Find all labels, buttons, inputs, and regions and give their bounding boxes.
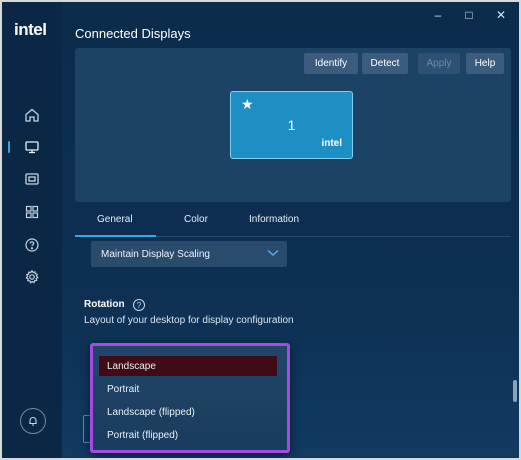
video-icon bbox=[25, 173, 39, 185]
monitor-brand: intel bbox=[321, 138, 342, 149]
minimize-button[interactable]: – bbox=[428, 8, 448, 22]
home-icon bbox=[25, 108, 39, 122]
info-icon[interactable]: ? bbox=[133, 299, 145, 311]
sidebar-item-display[interactable] bbox=[2, 133, 62, 161]
rotation-option-landscape-flipped[interactable]: Landscape (flipped) bbox=[99, 402, 277, 422]
tab-general[interactable]: General bbox=[97, 214, 133, 225]
rotation-label: Rotation bbox=[84, 299, 125, 310]
apply-button[interactable]: Apply bbox=[418, 53, 460, 74]
app-window: intel – □ ✕ Connected Displays Identify … bbox=[0, 0, 521, 460]
sidebar-item-apps[interactable] bbox=[2, 198, 62, 226]
sidebar-item-home[interactable] bbox=[2, 101, 62, 129]
tab-information[interactable]: Information bbox=[249, 214, 299, 225]
tab-bar: General Color Information bbox=[75, 207, 511, 237]
sidebar-item-help[interactable] bbox=[2, 231, 62, 259]
rotation-dropdown-list: Landscape Portrait Landscape (flipped) P… bbox=[90, 343, 290, 453]
maximize-button[interactable]: □ bbox=[459, 8, 479, 22]
tab-color[interactable]: Color bbox=[184, 214, 208, 225]
identify-button[interactable]: Identify bbox=[304, 53, 358, 74]
scaling-dropdown[interactable]: Maintain Display Scaling bbox=[91, 241, 287, 267]
display-icon bbox=[25, 141, 39, 154]
close-button[interactable]: ✕ bbox=[491, 8, 511, 22]
tab-divider bbox=[156, 236, 511, 237]
help-button[interactable]: Help bbox=[466, 53, 504, 74]
rotation-option-landscape[interactable]: Landscape bbox=[99, 356, 277, 376]
notifications-button[interactable] bbox=[20, 408, 46, 434]
display-arrangement-panel: Identify Detect Apply Help ★ 1 intel bbox=[75, 48, 511, 202]
scrollbar-thumb[interactable] bbox=[513, 380, 517, 402]
sidebar-item-video[interactable] bbox=[2, 165, 62, 193]
primary-star-icon: ★ bbox=[241, 96, 254, 112]
scaling-value: Maintain Display Scaling bbox=[101, 248, 210, 260]
sidebar: intel bbox=[2, 2, 62, 458]
apps-grid-icon bbox=[25, 205, 39, 219]
help-icon bbox=[25, 238, 39, 252]
settings-gear-icon bbox=[25, 269, 39, 284]
rotation-description: Layout of your desktop for display confi… bbox=[84, 315, 294, 326]
monitor-tile-1[interactable]: ★ 1 intel bbox=[230, 91, 353, 159]
main-content: – □ ✕ Connected Displays Identify Detect… bbox=[62, 2, 519, 458]
chevron-down-icon bbox=[267, 249, 279, 256]
bell-icon bbox=[29, 416, 37, 426]
page-title: Connected Displays bbox=[75, 26, 191, 41]
active-tab-indicator bbox=[75, 235, 156, 237]
rotation-option-portrait[interactable]: Portrait bbox=[99, 379, 277, 399]
monitor-number: 1 bbox=[287, 117, 296, 133]
sidebar-item-settings[interactable] bbox=[2, 263, 62, 291]
detect-button[interactable]: Detect bbox=[362, 53, 408, 74]
rotation-option-portrait-flipped[interactable]: Portrait (flipped) bbox=[99, 425, 277, 445]
intel-logo: intel bbox=[14, 20, 47, 39]
